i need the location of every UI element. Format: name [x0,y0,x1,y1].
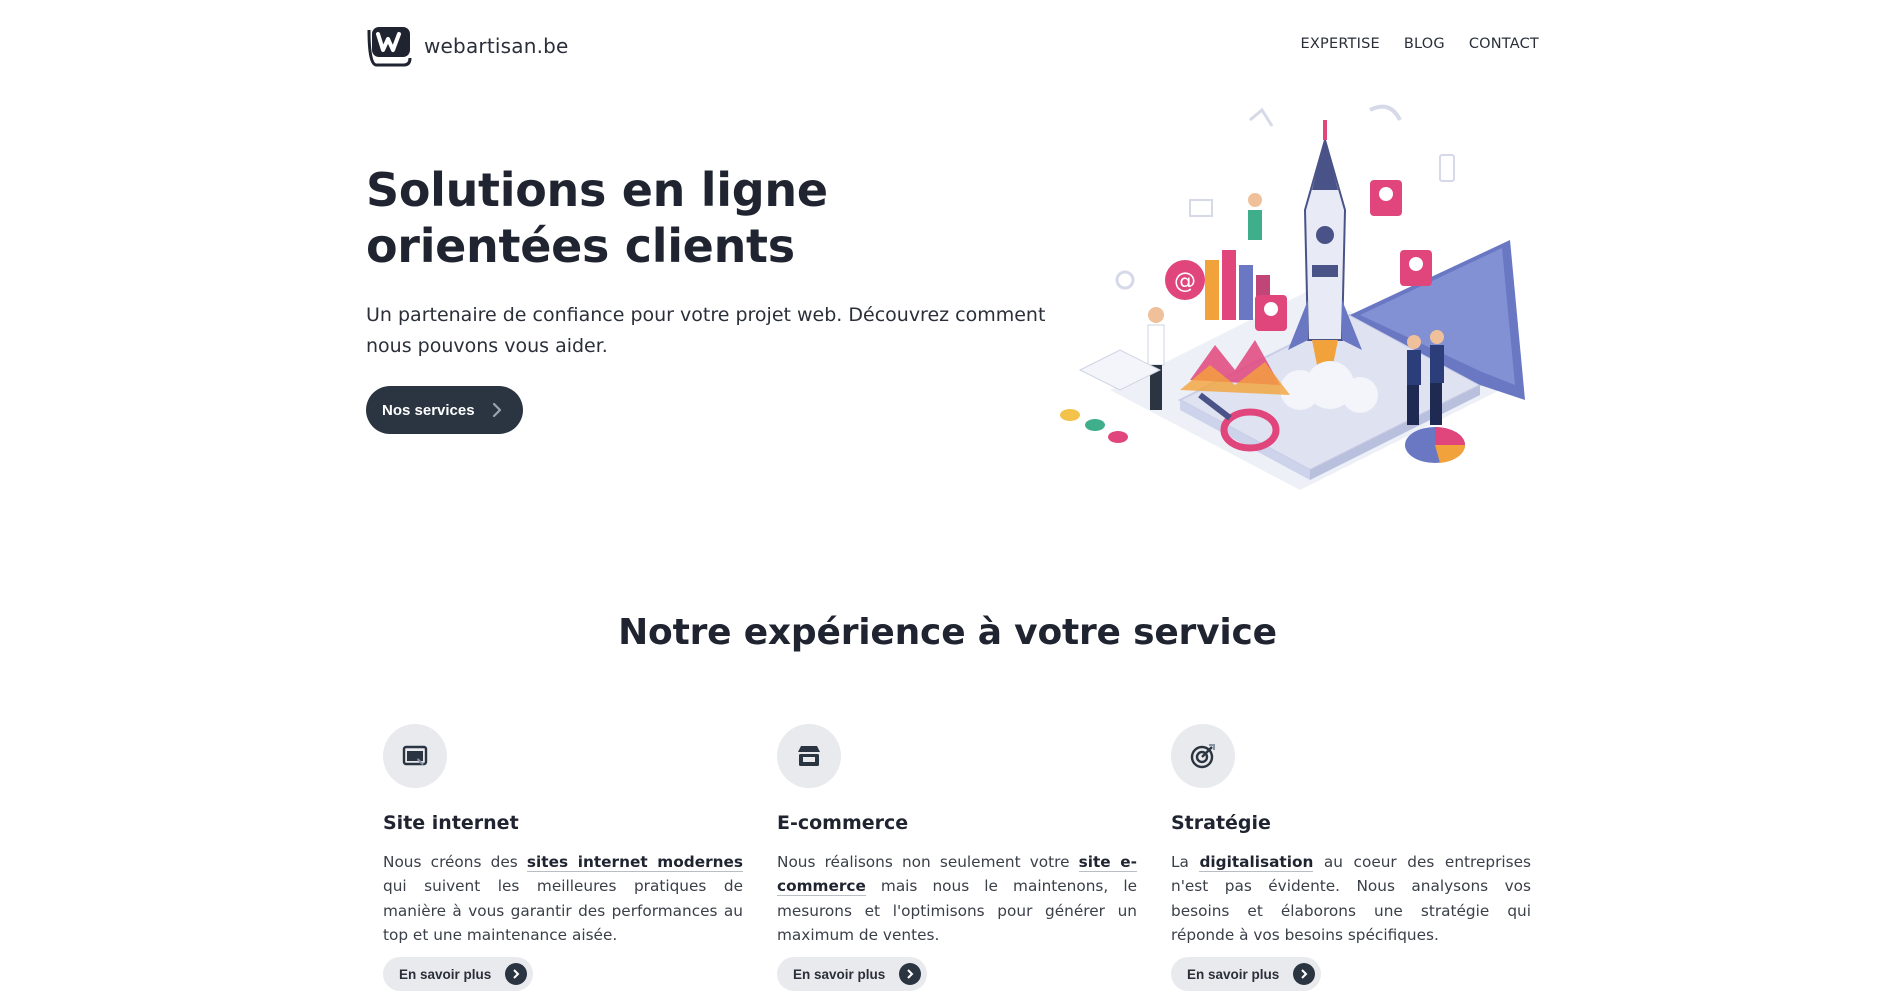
nav-expertise[interactable]: EXPERTISE [1301,36,1380,52]
main-nav: EXPERTISE BLOG CONTACT [1301,36,1539,52]
brand-link[interactable]: webartisan.be [366,24,569,68]
card-text: Nous créons des sites internet modernes … [383,850,743,947]
card-text-link[interactable]: sites internet modernes [526,853,743,872]
learn-more-label: En savoir plus [399,966,492,982]
learn-more-label: En savoir plus [793,966,886,982]
store-icon [798,746,820,766]
website-icon [402,745,428,766]
brand-name: webartisan.be [424,34,569,58]
card-title: E-commerce [777,812,909,834]
chevron-right-icon [492,402,502,418]
services-button[interactable]: Nos services [366,386,523,434]
learn-more-button[interactable]: En savoir plus [777,957,928,992]
target-icon [1190,744,1215,769]
learn-more-label: En savoir plus [1187,966,1280,982]
w-logo-icon [367,27,412,67]
card-text: La digitalisation au coeur des entrepris… [1171,850,1531,947]
service-card-strategy: Stratégie La digitalisation au coeur des… [1171,724,1531,992]
arrow-right-icon [899,963,922,986]
learn-more-button[interactable]: En savoir plus [383,957,534,992]
card-text-part: qui suivent les meilleures pratiques de … [383,877,743,944]
card-text-part: Nous réalisons non seulement votre [777,853,1079,871]
card-title: Stratégie [1171,812,1271,834]
card-text-part: Nous créons des [383,853,527,871]
arrow-right-icon [505,963,528,986]
isometric-rocket-laptop-illustration: @ [1060,104,1525,490]
svg-text:@: @ [1174,269,1196,294]
hero-title: Solutions en ligne orientées clients [366,163,828,273]
arrow-right-icon [1293,963,1316,986]
service-card-website: Site internet Nous créons des sites inte… [383,724,743,992]
nav-blog[interactable]: BLOG [1404,36,1445,52]
nav-contact[interactable]: CONTACT [1469,36,1539,52]
site-header: webartisan.be EXPERTISE BLOG CONTACT [366,24,1539,68]
card-text-link[interactable]: digitalisation [1199,853,1314,872]
card-title: Site internet [383,812,519,834]
card-text: Nous réalisons non seulement votre site … [777,850,1137,947]
hero-subtitle: Un partenaire de confiance pour votre pr… [366,304,1046,357]
store-icon-circle [777,724,841,788]
section-title: Notre expérience à votre service [618,612,1277,653]
service-card-ecommerce: E-commerce Nous réalisons non seulement … [777,724,1137,992]
target-icon-circle [1171,724,1235,788]
learn-more-button[interactable]: En savoir plus [1171,957,1322,992]
website-icon-circle [383,724,447,788]
card-text-part: La [1171,853,1200,871]
services-button-label: Nos services [382,401,475,419]
